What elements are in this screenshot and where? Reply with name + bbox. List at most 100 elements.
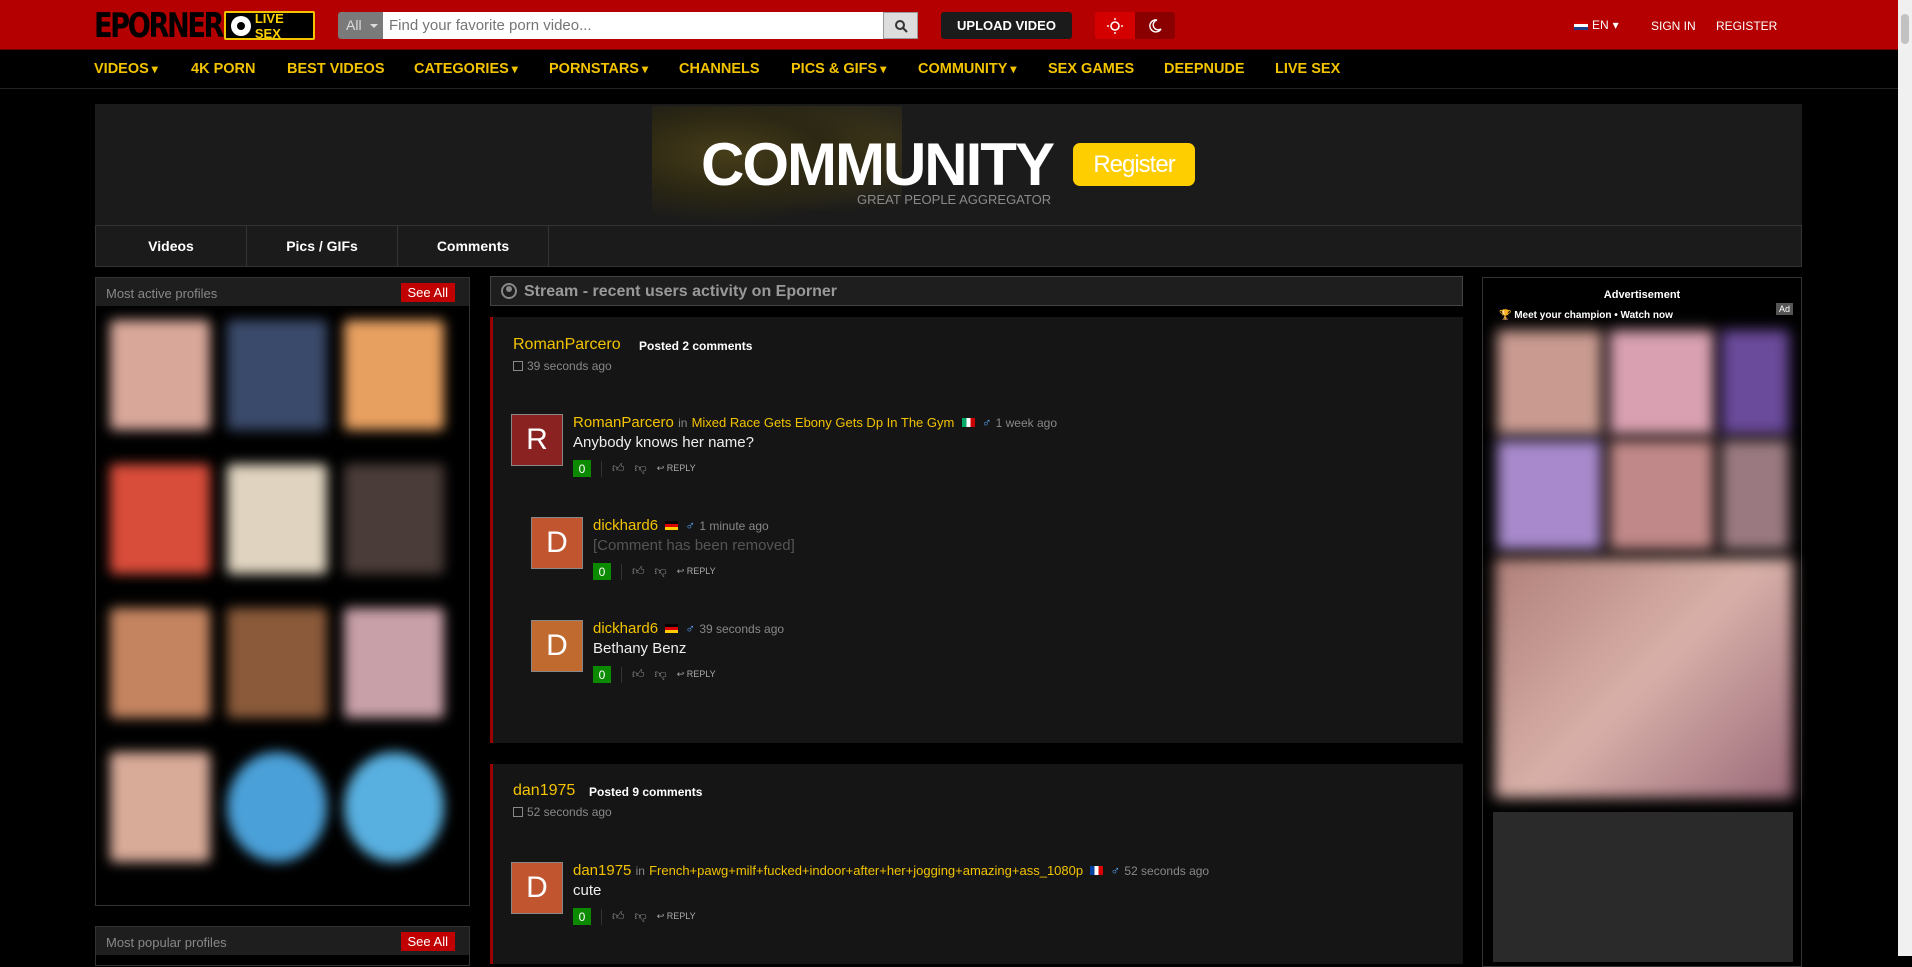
- comment-author[interactable]: dan1975: [573, 862, 631, 879]
- user-icon: [501, 283, 517, 299]
- nav-pics-gifs[interactable]: PICS & GIFS: [791, 61, 886, 77]
- comment-video-link[interactable]: French+pawg+milf+fucked+indoor+after+her…: [649, 863, 1083, 878]
- profile-thumbnail[interactable]: [227, 464, 327, 574]
- ad-thumbnail[interactable]: [1609, 440, 1714, 550]
- stream-entry: dan1975 Posted 9 comments 52 seconds ago…: [490, 764, 1463, 964]
- ad-subtitle[interactable]: 🏆 Meet your champion • Watch now: [1499, 310, 1673, 321]
- divider: [621, 666, 622, 683]
- thumbs-up-icon[interactable]: 👍︎: [632, 667, 645, 682]
- nav-best-videos[interactable]: BEST VIDEOS: [287, 61, 385, 77]
- tab-videos[interactable]: Videos: [96, 226, 247, 266]
- profile-thumbnail[interactable]: [110, 608, 210, 718]
- see-all-button[interactable]: See All: [400, 283, 455, 302]
- live-sex-button[interactable]: LIVE SEX: [224, 11, 315, 41]
- ad-thumbnail[interactable]: [1497, 440, 1602, 550]
- ad-thumbnail[interactable]: [1721, 330, 1789, 435]
- theme-toggle: [1095, 12, 1175, 39]
- ad-banner[interactable]: [1495, 558, 1793, 798]
- avatar[interactable]: D: [511, 862, 563, 914]
- comment-actions: 0 👍︎ 👎︎ ↩ REPLY: [593, 666, 716, 683]
- calendar-icon: [513, 807, 523, 817]
- site-logo[interactable]: EPORNER: [94, 6, 224, 46]
- language-selector[interactable]: EN ▾: [1574, 18, 1619, 32]
- nav-community[interactable]: COMMUNITY: [918, 61, 1016, 77]
- profile-thumbnail[interactable]: [110, 320, 210, 430]
- thumbs-down-icon[interactable]: 👎︎: [655, 667, 667, 682]
- page-scrollbar[interactable]: [1898, 0, 1912, 956]
- reply-button[interactable]: ↩ REPLY: [677, 669, 716, 680]
- ad-thumbnail[interactable]: [1721, 440, 1789, 550]
- comment-actions: 0 👍︎ 👎︎ ↩ REPLY: [573, 908, 696, 925]
- moon-icon: [1149, 18, 1162, 33]
- divider: [601, 908, 602, 925]
- ad-thumbnail[interactable]: [1497, 330, 1602, 435]
- search-button[interactable]: [883, 12, 918, 39]
- male-icon: ♂: [685, 621, 696, 636]
- light-theme-button[interactable]: [1095, 12, 1135, 39]
- profile-thumbnail[interactable]: [227, 752, 327, 862]
- register-link[interactable]: REGISTER: [1716, 19, 1777, 33]
- comment-author[interactable]: RomanParcero: [573, 414, 674, 431]
- male-icon: ♂: [1110, 863, 1121, 878]
- tab-comments[interactable]: Comments: [398, 226, 549, 266]
- profile-thumbnail[interactable]: [110, 752, 210, 862]
- thumbs-down-icon[interactable]: 👎︎: [635, 909, 647, 924]
- germany-flag-icon: [665, 521, 679, 530]
- ad-thumbnail[interactable]: [1609, 330, 1714, 435]
- nav-videos[interactable]: VIDEOS: [94, 61, 158, 77]
- reply-button[interactable]: ↩ REPLY: [657, 911, 696, 922]
- see-all-button[interactable]: See All: [400, 932, 455, 951]
- nav-channels[interactable]: CHANNELS: [679, 61, 760, 77]
- panel-title: Most popular profiles: [106, 935, 227, 950]
- dark-theme-button[interactable]: [1135, 12, 1175, 39]
- profile-thumbnail[interactable]: [344, 608, 444, 718]
- stream-time-text: 52 seconds ago: [527, 805, 612, 819]
- scrollbar-thumb[interactable]: [1901, 14, 1909, 44]
- upload-video-button[interactable]: UPLOAD VIDEO: [941, 12, 1072, 39]
- profile-thumbnail[interactable]: [110, 464, 210, 574]
- profile-thumbnail[interactable]: [227, 320, 327, 430]
- search-category-select[interactable]: All: [338, 12, 383, 39]
- reply-label: REPLY: [666, 463, 696, 473]
- search-input[interactable]: [383, 12, 883, 39]
- tab-pics-gifs[interactable]: Pics / GIFs: [247, 226, 398, 266]
- stream-time: 52 seconds ago: [513, 805, 612, 819]
- stream-header: Stream - recent users activity on Eporne…: [490, 276, 1463, 306]
- comment-meta: dickhard6 ♂ 39 seconds ago: [593, 620, 784, 637]
- reply-icon: ↩: [656, 463, 665, 473]
- comment-author[interactable]: dickhard6: [593, 517, 658, 534]
- profile-thumbnail[interactable]: [227, 608, 327, 718]
- comment-text: [Comment has been removed]: [593, 537, 795, 554]
- thumbs-down-icon[interactable]: 👎︎: [655, 564, 667, 579]
- thumbs-up-icon[interactable]: 👍︎: [612, 461, 625, 476]
- reply-label: REPLY: [686, 566, 716, 576]
- nav-pornstars[interactable]: PORNSTARS: [549, 61, 648, 77]
- reply-button[interactable]: ↩ REPLY: [677, 566, 716, 577]
- thumbs-up-icon[interactable]: 👍︎: [612, 909, 625, 924]
- profile-thumbnail[interactable]: [344, 752, 444, 862]
- nav-live-sex[interactable]: LIVE SEX: [1275, 61, 1340, 77]
- thumbs-down-icon[interactable]: 👎︎: [635, 461, 647, 476]
- webcam-icon: [231, 15, 251, 36]
- hero-register-button[interactable]: Register: [1073, 143, 1195, 186]
- comment-meta: dan1975 in French+pawg+milf+fucked+indoo…: [573, 862, 1209, 879]
- comment-author[interactable]: dickhard6: [593, 620, 658, 637]
- avatar[interactable]: R: [511, 414, 563, 466]
- reply-icon: ↩: [676, 669, 685, 679]
- calendar-icon: [513, 361, 523, 371]
- profile-thumbnail[interactable]: [344, 464, 444, 574]
- stream-user-link[interactable]: dan1975: [513, 782, 575, 800]
- nav-deepnude[interactable]: DEEPNUDE: [1164, 61, 1245, 77]
- nav-sex-games[interactable]: SEX GAMES: [1048, 61, 1134, 77]
- comment-video-link[interactable]: Mixed Race Gets Ebony Gets Dp In The Gym: [692, 415, 955, 430]
- stream-user-link[interactable]: RomanParcero: [513, 336, 621, 354]
- reply-button[interactable]: ↩ REPLY: [657, 463, 696, 474]
- nav-4k-porn[interactable]: 4K PORN: [191, 61, 255, 77]
- profile-thumbnail[interactable]: [344, 320, 444, 430]
- avatar[interactable]: D: [531, 620, 583, 672]
- sign-in-link[interactable]: SIGN IN: [1651, 19, 1696, 33]
- avatar[interactable]: D: [531, 517, 583, 569]
- thumbs-up-icon[interactable]: 👍︎: [632, 564, 645, 579]
- nav-categories[interactable]: CATEGORIES: [414, 61, 518, 77]
- chevron-down-icon: ▾: [1612, 18, 1619, 32]
